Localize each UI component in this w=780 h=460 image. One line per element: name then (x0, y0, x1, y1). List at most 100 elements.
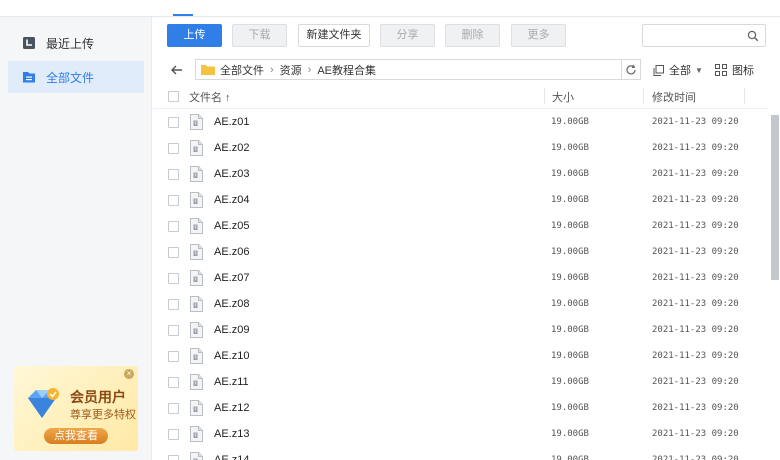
column-header-name[interactable]: 文件名 ↑ (189, 89, 231, 105)
file-modified-time: 2021-11-23 09:20 (652, 351, 739, 361)
file-size: 19.00GB (551, 117, 589, 127)
row-checkbox[interactable] (168, 169, 179, 180)
file-name[interactable]: AE.z12 (214, 402, 249, 414)
table-row[interactable]: AE.z01 19.00GB 2021-11-23 09:20 (153, 109, 768, 135)
column-divider[interactable] (544, 88, 545, 104)
sidebar-item-label: 最近上传 (46, 36, 95, 51)
file-name[interactable]: AE.z07 (214, 272, 249, 284)
table-row[interactable]: AE.z03 19.00GB 2021-11-23 09:20 (153, 161, 768, 187)
table-row[interactable]: AE.z02 19.00GB 2021-11-23 09:20 (153, 135, 768, 161)
breadcrumb-item-all-files[interactable]: 全部文件 (220, 62, 264, 78)
row-checkbox[interactable] (168, 221, 179, 232)
row-checkbox[interactable] (168, 455, 179, 460)
row-checkbox[interactable] (168, 429, 179, 440)
close-icon[interactable]: × (124, 369, 134, 379)
file-name[interactable]: AE.z06 (214, 246, 249, 258)
back-arrow-icon[interactable] (169, 62, 185, 78)
sidebar: 最近上传 全部文件 × 会员用户 尊享更多特权 点我查看 (0, 17, 152, 460)
table-row[interactable]: AE.z05 19.00GB 2021-11-23 09:20 (153, 213, 768, 239)
file-size: 19.00GB (551, 325, 589, 335)
column-divider[interactable] (744, 88, 745, 104)
promo-view-button[interactable]: 点我查看 (44, 428, 108, 444)
file-size: 19.00GB (551, 429, 589, 439)
file-modified-time: 2021-11-23 09:20 (652, 221, 739, 231)
filter-label: 全部 (669, 65, 691, 77)
promo-title: 会员用户 (70, 389, 126, 405)
row-checkbox[interactable] (168, 351, 179, 362)
download-button[interactable]: 下载 (232, 24, 287, 47)
row-checkbox[interactable] (168, 247, 179, 258)
file-icon (190, 244, 203, 260)
column-divider[interactable] (643, 88, 644, 104)
file-size: 19.00GB (551, 377, 589, 387)
file-type-filter[interactable]: 全部 ▼ (653, 62, 703, 78)
share-button[interactable]: 分享 (380, 24, 435, 47)
table-row[interactable]: AE.z11 19.00GB 2021-11-23 09:20 (153, 369, 768, 395)
search-input[interactable] (642, 24, 766, 47)
select-all-checkbox[interactable] (168, 91, 179, 102)
refresh-button[interactable] (621, 59, 641, 80)
table-row[interactable]: AE.z10 19.00GB 2021-11-23 09:20 (153, 343, 768, 369)
table-row[interactable]: AE.z08 19.00GB 2021-11-23 09:20 (153, 291, 768, 317)
table-row[interactable]: AE.z04 19.00GB 2021-11-23 09:20 (153, 187, 768, 213)
row-checkbox[interactable] (168, 377, 179, 388)
table-row[interactable]: AE.z14 19.00GB 2021-11-23 09:20 (153, 447, 768, 460)
table-row[interactable]: AE.z06 19.00GB 2021-11-23 09:20 (153, 239, 768, 265)
row-checkbox[interactable] (168, 195, 179, 206)
sidebar-item-label: 全部文件 (46, 70, 95, 85)
table-row[interactable]: AE.z12 19.00GB 2021-11-23 09:20 (153, 395, 768, 421)
sidebar-item-all-files[interactable]: 全部文件 (8, 61, 144, 93)
file-icon (190, 374, 203, 390)
grid-view-icon (715, 64, 727, 76)
file-icon (190, 218, 203, 234)
vip-promo-banner[interactable]: × 会员用户 尊享更多特权 点我查看 (14, 366, 138, 451)
table-row[interactable]: AE.z13 19.00GB 2021-11-23 09:20 (153, 421, 768, 447)
file-size: 19.00GB (551, 143, 589, 153)
file-name[interactable]: AE.z02 (214, 142, 249, 154)
file-modified-time: 2021-11-23 09:20 (652, 169, 739, 179)
vertical-scrollbar[interactable] (770, 109, 780, 460)
copy-icon (653, 64, 664, 76)
row-checkbox[interactable] (168, 403, 179, 414)
file-name[interactable]: AE.z14 (214, 454, 249, 460)
delete-button[interactable]: 删除 (445, 24, 500, 47)
file-modified-time: 2021-11-23 09:20 (652, 143, 739, 153)
table-header: 文件名 ↑ 大小 修改时间 (153, 83, 768, 109)
row-checkbox[interactable] (168, 117, 179, 128)
file-size: 19.00GB (551, 195, 589, 205)
file-name[interactable]: AE.z11 (214, 376, 249, 388)
upload-button[interactable]: 上传 (167, 24, 222, 47)
file-name[interactable]: AE.z10 (214, 350, 249, 362)
refresh-icon (626, 64, 636, 74)
file-name[interactable]: AE.z03 (214, 168, 249, 180)
file-size: 19.00GB (551, 299, 589, 309)
breadcrumb-item-resources[interactable]: 资源 (280, 62, 302, 78)
file-name[interactable]: AE.z08 (214, 298, 249, 310)
file-icon (190, 140, 203, 156)
file-name[interactable]: AE.z09 (214, 324, 249, 336)
row-checkbox[interactable] (168, 325, 179, 336)
file-size: 19.00GB (551, 247, 589, 257)
row-checkbox[interactable] (168, 273, 179, 284)
table-row[interactable]: AE.z09 19.00GB 2021-11-23 09:20 (153, 317, 768, 343)
file-name[interactable]: AE.z01 (214, 116, 249, 128)
column-header-size[interactable]: 大小 (552, 89, 574, 105)
file-name[interactable]: AE.z13 (214, 428, 249, 440)
file-name[interactable]: AE.z05 (214, 220, 249, 232)
column-header-modified[interactable]: 修改时间 (652, 89, 696, 105)
path-bar: 全部文件 › 资源 › AE教程合集 全部 ▼ 图标 (153, 57, 780, 83)
file-modified-time: 2021-11-23 09:20 (652, 299, 739, 309)
view-mode-toggle[interactable]: 图标 (715, 62, 754, 78)
new-folder-button[interactable]: 新建文件夹 (298, 24, 370, 47)
sidebar-item-recent-uploads[interactable]: 最近上传 (8, 27, 144, 59)
more-button[interactable]: 更多 (511, 24, 566, 47)
row-checkbox[interactable] (168, 299, 179, 310)
file-list: AE.z01 19.00GB 2021-11-23 09:20 AE.z02 19.00… (153, 109, 768, 460)
breadcrumb-item-current[interactable]: AE教程合集 (317, 62, 376, 78)
search-icon[interactable] (747, 30, 759, 42)
file-name[interactable]: AE.z04 (214, 194, 249, 206)
scrollbar-thumb[interactable] (771, 115, 779, 280)
row-checkbox[interactable] (168, 143, 179, 154)
chevron-right-icon: › (270, 63, 274, 76)
table-row[interactable]: AE.z07 19.00GB 2021-11-23 09:20 (153, 265, 768, 291)
